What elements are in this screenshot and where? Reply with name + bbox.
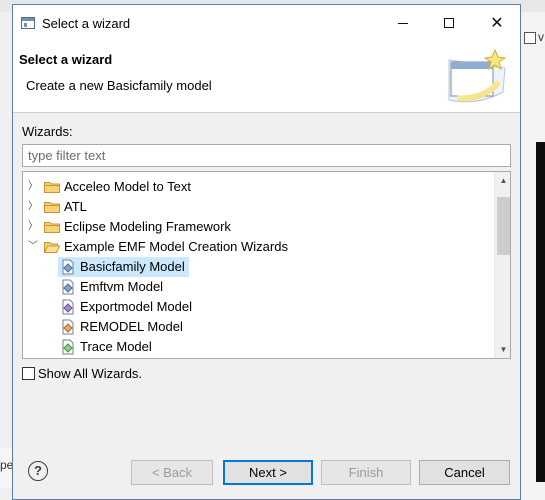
model-wizard-icon (62, 299, 74, 315)
chevron-right-icon[interactable]: 〉 (28, 177, 38, 197)
scroll-up-icon[interactable]: ▲ (495, 172, 510, 189)
background-tab-label: v (538, 30, 544, 44)
close-button[interactable]: ✕ (474, 5, 520, 41)
tree-item-remodel[interactable]: REMODEL Model (23, 317, 493, 337)
help-icon[interactable]: ? (28, 461, 48, 481)
tree-item-label: Acceleo Model to Text (64, 179, 191, 194)
window-title: Select a wizard (42, 16, 131, 31)
tree-item-label: Emftvm Model (80, 279, 164, 294)
tree-item-label: Basicfamily Model (80, 259, 185, 274)
model-wizard-icon (62, 259, 74, 275)
tree-item-label: Example EMF Model Creation Wizards (64, 239, 288, 254)
show-all-wizards-label[interactable]: Show All Wizards. (38, 366, 142, 381)
wizards-label: Wizards: (22, 124, 73, 139)
chevron-right-icon[interactable]: 〉 (28, 197, 38, 217)
show-all-wizards-checkbox[interactable] (22, 367, 35, 380)
tree-item-label: Exportmodel Model (80, 299, 192, 314)
tree-item-example-emf[interactable]: ﹀ Example EMF Model Creation Wizards (23, 237, 493, 257)
folder-icon (44, 222, 60, 233)
new-wizard-banner-icon (448, 48, 507, 103)
background-tab-icon (524, 32, 536, 44)
folder-icon (44, 182, 60, 193)
wizard-tree: 〉 Acceleo Model to Text 〉 ATL 〉 Eclipse … (22, 171, 511, 359)
window-icon (21, 17, 35, 29)
scroll-thumb[interactable] (497, 197, 510, 255)
tree-item-trace[interactable]: Trace Model (23, 337, 493, 357)
tree-item-atl[interactable]: 〉 ATL (23, 197, 493, 217)
folder-icon (44, 202, 60, 213)
tree-item-label: Trace Model (80, 339, 152, 354)
tree-item-emf[interactable]: 〉 Eclipse Modeling Framework (23, 217, 493, 237)
minimize-button[interactable] (380, 5, 426, 41)
header-title: Select a wizard (19, 52, 113, 67)
back-button[interactable]: < Back (131, 460, 213, 485)
tree-scrollbar[interactable]: ▲ ▼ (494, 172, 510, 358)
chevron-right-icon[interactable]: 〉 (28, 217, 38, 237)
wizard-dialog: Select a wizard ✕ Select a wizard Create… (12, 4, 521, 500)
minimize-icon (398, 22, 408, 24)
filter-input[interactable] (22, 144, 511, 167)
tree-item-acceleo[interactable]: 〉 Acceleo Model to Text (23, 177, 493, 197)
cancel-button[interactable]: Cancel (419, 460, 510, 485)
header-description: Create a new Basicfamily model (26, 78, 212, 93)
finish-button[interactable]: Finish (321, 460, 411, 485)
title-bar: Select a wizard ✕ (13, 5, 520, 41)
background-app-editor: v (521, 12, 545, 500)
wizard-header: Select a wizard Create a new Basicfamily… (13, 41, 520, 113)
background-app-strip: pe (0, 448, 12, 488)
next-button[interactable]: Next > (223, 460, 313, 485)
maximize-icon (444, 18, 454, 28)
background-console-area (536, 142, 545, 482)
model-wizard-icon (62, 339, 74, 355)
model-wizard-icon (62, 319, 74, 335)
tree-item-basicfamily[interactable]: Basicfamily Model (23, 257, 493, 277)
maximize-button[interactable] (426, 5, 472, 41)
tree-item-emftvm[interactable]: Emftvm Model (23, 277, 493, 297)
tree-item-label: Eclipse Modeling Framework (64, 219, 231, 234)
chevron-down-icon[interactable]: ﹀ (28, 237, 38, 257)
scroll-down-icon[interactable]: ▼ (495, 341, 510, 358)
tree-item-label: REMODEL Model (80, 319, 183, 334)
tree-item-label: ATL (64, 199, 87, 214)
model-wizard-icon (62, 279, 74, 295)
open-folder-icon (44, 242, 60, 253)
close-icon: ✕ (490, 15, 504, 32)
tree-item-exportmodel[interactable]: Exportmodel Model (23, 297, 493, 317)
